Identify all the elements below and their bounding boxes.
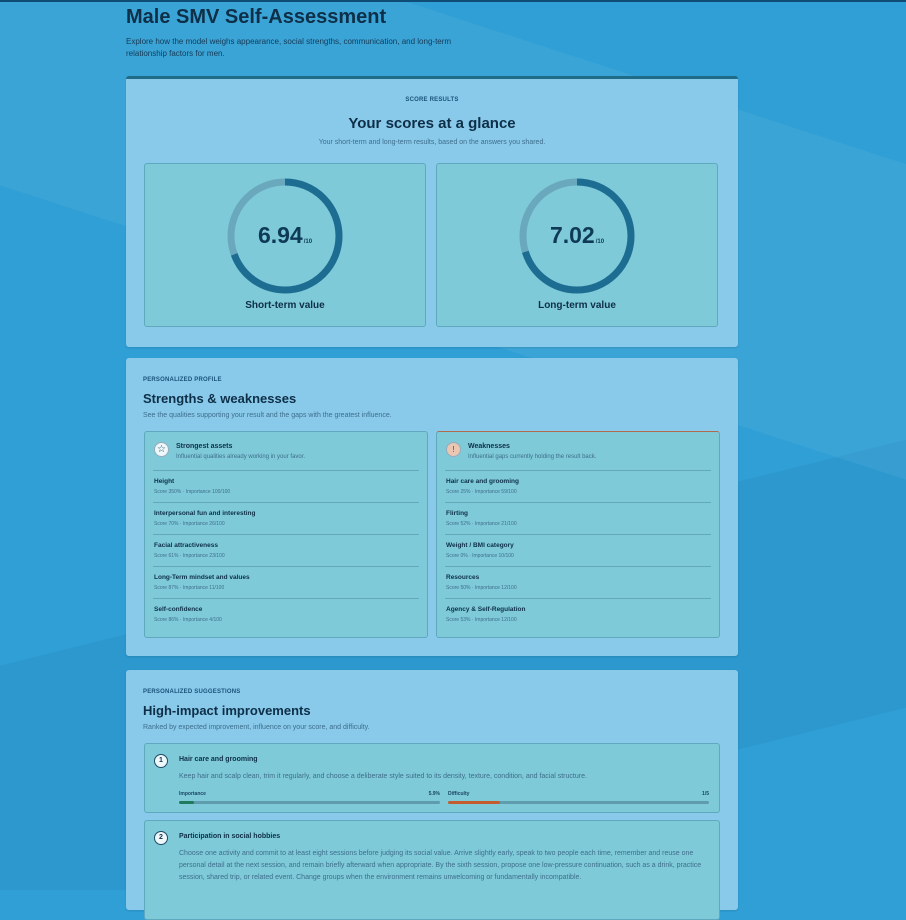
weaknesses-subtitle: Influential gaps currently holding the r… xyxy=(468,454,597,460)
profile-eyebrow: PERSONALIZED PROFILE xyxy=(143,377,222,383)
suggestions-eyebrow: PERSONALIZED SUGGESTIONS xyxy=(143,689,241,695)
suggestion-item: 1 Hair care and grooming Keep hair and s… xyxy=(144,743,720,813)
weakness-item: Flirting Score 52% · Importance 21/100 xyxy=(445,502,711,534)
suggestion-description: Choose one activity and commit to at lea… xyxy=(179,850,702,881)
suggestions-subtitle: Ranked by expected improvement, influenc… xyxy=(143,724,370,731)
score-results-card: SCORE RESULTS Your scores at a glance Yo… xyxy=(126,76,738,347)
strength-item: Interpersonal fun and interesting Score 7… xyxy=(153,502,419,534)
strength-meta: Score 61% · Importance 23/100 xyxy=(154,553,225,559)
suggestion-number: 2 xyxy=(154,831,168,845)
strengths-panel: ☆ Strongest assets Influential qualities… xyxy=(144,431,428,638)
short-term-label: Short-term value xyxy=(245,300,325,311)
strength-name: Long-Term mindset and values xyxy=(154,574,250,581)
top-bar xyxy=(0,0,906,2)
weaknesses-title: Weaknesses xyxy=(468,443,510,450)
weakness-item: Resources Score 50% · Importance 12/100 xyxy=(445,566,711,598)
strength-meta: Score 70% · Importance 26/100 xyxy=(154,521,225,527)
difficulty-track xyxy=(448,801,709,804)
difficulty-value: 1/5 xyxy=(702,791,709,797)
suggestion-item: 2 Participation in social hobbies Choose… xyxy=(144,820,720,920)
weakness-meta: Score 25% · Importance 59/100 xyxy=(446,489,517,495)
suggestions-title: High-impact improvements xyxy=(143,703,311,718)
suggestion-title: Hair care and grooming xyxy=(179,756,258,763)
long-term-panel: 7.02/10 Long-term value xyxy=(436,163,718,327)
score-eyebrow: SCORE RESULTS xyxy=(405,97,459,103)
importance-fill xyxy=(179,801,195,804)
weakness-name: Agency & Self-Regulation xyxy=(446,606,526,613)
strength-meta: Score 87% · Importance 11/100 xyxy=(154,585,225,591)
page-title: Male SMV Self-Assessment xyxy=(126,6,387,28)
strength-item: Self-confidence Score 86% · Importance 4/… xyxy=(153,598,419,630)
profile-subtitle: See the qualities supporting your result… xyxy=(143,412,392,419)
alert-icon: ! xyxy=(446,442,461,457)
weakness-meta: Score 0% · Importance 10/100 xyxy=(446,553,514,559)
weakness-name: Hair care and grooming xyxy=(446,478,519,485)
page-description: Explore how the model weighs appearance,… xyxy=(126,37,452,58)
strength-name: Facial attractiveness xyxy=(154,542,218,549)
strength-name: Interpersonal fun and interesting xyxy=(154,510,256,517)
star-icon: ☆ xyxy=(154,442,169,457)
strength-name: Self-confidence xyxy=(154,606,203,613)
score-subtitle: Your short-term and long-term results, b… xyxy=(318,139,546,146)
short-term-max: /10 xyxy=(303,239,313,245)
long-term-score: 7.02/10 xyxy=(437,222,717,249)
strength-meta: Score 86% · Importance 4/100 xyxy=(154,617,222,623)
short-term-panel: 6.94/10 Short-term value xyxy=(144,163,426,327)
suggestion-title: Participation in social hobbies xyxy=(179,833,281,840)
suggestions-card: PERSONALIZED SUGGESTIONS High-impact imp… xyxy=(126,670,738,920)
strengths-list: Height Score 350% · Importance 100/100 In… xyxy=(153,470,419,630)
weaknesses-list: Hair care and grooming Score 25% · Import… xyxy=(445,470,711,630)
long-term-value: 7.02 xyxy=(549,222,595,248)
long-term-label: Long-term value xyxy=(538,300,616,311)
suggestion-number: 1 xyxy=(154,754,168,768)
strength-meta: Score 350% · Importance 100/100 xyxy=(154,489,231,495)
importance-label: Importance xyxy=(179,791,206,797)
long-term-max: /10 xyxy=(595,239,605,245)
profile-title: Strengths & weaknesses xyxy=(143,391,297,406)
weakness-item: Agency & Self-Regulation Score 53% · Impo… xyxy=(445,598,711,630)
weaknesses-panel: ! Weaknesses Influential gaps currently … xyxy=(436,431,720,638)
weakness-meta: Score 53% · Importance 12/100 xyxy=(446,617,517,623)
weakness-name: Resources xyxy=(446,574,480,581)
strength-item: Long-Term mindset and values Score 87% · … xyxy=(153,566,419,598)
short-term-value: 6.94 xyxy=(257,222,303,248)
weakness-name: Weight / BMI category xyxy=(446,542,514,549)
strengths-title: Strongest assets xyxy=(176,443,233,450)
weakness-name: Flirting xyxy=(446,510,469,517)
short-term-score: 6.94/10 xyxy=(145,222,425,249)
strength-item: Facial attractiveness Score 61% · Importa… xyxy=(153,534,419,566)
difficulty-fill xyxy=(448,801,501,804)
strengths-subtitle: Influential qualities already working in… xyxy=(176,454,306,460)
suggestion-description: Keep hair and scalp clean, trim it regul… xyxy=(179,773,587,780)
weakness-meta: Score 52% · Importance 21/100 xyxy=(446,521,517,527)
difficulty-label: Difficulty xyxy=(448,791,470,797)
strength-name: Height xyxy=(154,478,175,485)
weakness-item: Hair care and grooming Score 25% · Import… xyxy=(445,470,711,502)
weakness-meta: Score 50% · Importance 12/100 xyxy=(446,585,517,591)
profile-card: PERSONALIZED PROFILE Strengths & weaknes… xyxy=(126,358,738,656)
strength-item: Height Score 350% · Importance 100/100 xyxy=(153,470,419,502)
score-title: Your scores at a glance xyxy=(348,115,516,132)
importance-track xyxy=(179,801,440,804)
importance-value: 5.9% xyxy=(428,791,440,797)
weakness-item: Weight / BMI category Score 0% · Importan… xyxy=(445,534,711,566)
